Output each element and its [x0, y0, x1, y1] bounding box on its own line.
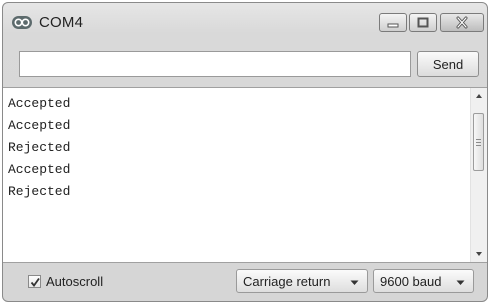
serial-monitor-window: COM4 Send Accepted Accepted Rejected Acc…	[2, 2, 488, 302]
baud-rate-value: 9600 baud	[380, 274, 442, 289]
output-line: Accepted	[8, 118, 71, 133]
maximize-icon	[417, 17, 429, 28]
minimize-button[interactable]	[379, 13, 407, 32]
vertical-scrollbar[interactable]	[470, 88, 487, 262]
title-bar[interactable]: COM4	[3, 3, 487, 45]
chevron-down-icon	[456, 280, 465, 285]
output-line: Accepted	[8, 162, 71, 177]
close-icon	[456, 16, 468, 29]
send-button[interactable]: Send	[417, 51, 479, 77]
serial-monitor-icon	[12, 16, 32, 29]
scroll-down-arrow-icon[interactable]	[471, 246, 487, 262]
send-input[interactable]	[19, 51, 411, 77]
grip-line	[476, 145, 481, 146]
line-ending-value: Carriage return	[243, 274, 331, 289]
serial-output[interactable]: Accepted Accepted Rejected Accepted Reje…	[3, 87, 487, 263]
grip-line	[476, 142, 481, 143]
autoscroll-checkbox[interactable]	[28, 275, 41, 288]
output-lines: Accepted Accepted Rejected Accepted Reje…	[8, 93, 70, 203]
maximize-button[interactable]	[409, 13, 437, 32]
chevron-down-icon	[350, 280, 359, 285]
grip-line	[476, 139, 481, 140]
footer-bar: Autoscroll Carriage return 9600 baud	[3, 265, 487, 301]
line-ending-select[interactable]: Carriage return	[236, 269, 368, 293]
checkmark-icon	[30, 277, 40, 287]
output-line: Accepted	[8, 96, 71, 111]
output-line: Rejected	[8, 184, 71, 199]
autoscroll-label: Autoscroll	[46, 274, 104, 289]
scroll-thumb[interactable]	[473, 113, 484, 171]
output-line: Rejected	[8, 140, 71, 155]
minimize-icon	[387, 23, 399, 28]
baud-rate-select[interactable]: 9600 baud	[373, 269, 474, 293]
scroll-up-arrow-icon[interactable]	[471, 88, 487, 104]
close-button[interactable]	[440, 13, 484, 32]
window-title: COM4	[39, 14, 84, 31]
